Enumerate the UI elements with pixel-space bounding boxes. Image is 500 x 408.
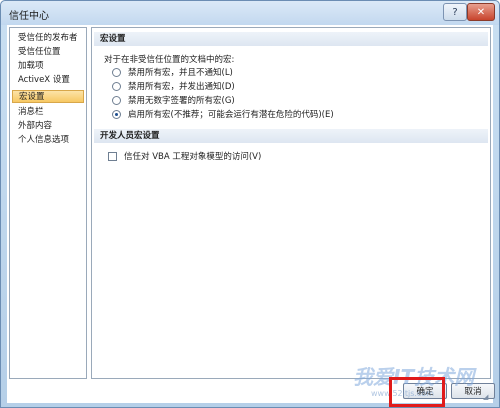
macro-settings-header: 宏设置 xyxy=(94,32,488,46)
dialog-body: 受信任的发布者 受信任位置 加载项 ActiveX 设置 宏设置 消息栏 外部内… xyxy=(7,25,495,403)
sidebar-item-privacy-options[interactable]: 个人信息选项 xyxy=(12,134,84,147)
radio-button[interactable] xyxy=(112,67,121,77)
close-button[interactable]: ✕ xyxy=(467,3,495,21)
radio-disable-no-notify[interactable]: 禁用所有宏，并且不通知(L) xyxy=(112,66,233,78)
radio-label: 禁用无数字签署的所有宏(G) xyxy=(128,96,235,106)
sidebar-item-trusted-publishers[interactable]: 受信任的发布者 xyxy=(12,32,84,45)
radio-enable-all[interactable]: 启用所有宏(不推荐；可能会运行有潜在危险的代码)(E) xyxy=(112,108,334,120)
macro-intro-text: 对于在非受信任位置的文档中的宏: xyxy=(104,55,235,65)
title-bar[interactable]: 信任中心 ? ✕ xyxy=(1,1,499,25)
radio-button-selected[interactable] xyxy=(112,109,121,119)
sidebar-item-activex[interactable]: ActiveX 设置 xyxy=(12,74,84,87)
developer-macro-header: 开发人员宏设置 xyxy=(94,129,488,143)
sidebar-item-macro-settings[interactable]: 宏设置 xyxy=(12,90,84,103)
sidebar-nav: 受信任的发布者 受信任位置 加载项 ActiveX 设置 宏设置 消息栏 外部内… xyxy=(9,27,87,379)
close-icon: ✕ xyxy=(476,6,486,18)
vba-trust-option[interactable]: 信任对 VBA 工程对象模型的访问(V) xyxy=(108,150,261,162)
sidebar-item-trusted-locations[interactable]: 受信任位置 xyxy=(12,46,84,59)
sidebar-item-message-bar[interactable]: 消息栏 xyxy=(12,106,84,119)
help-button[interactable]: ? xyxy=(443,3,467,21)
question-icon: ? xyxy=(452,6,458,18)
vba-trust-label: 信任对 VBA 工程对象模型的访问(V) xyxy=(124,152,262,162)
radio-button[interactable] xyxy=(112,81,121,91)
radio-disable-with-notify[interactable]: 禁用所有宏，并发出通知(D) xyxy=(112,80,235,92)
radio-label: 禁用所有宏，并且不通知(L) xyxy=(128,68,233,78)
radio-label: 禁用所有宏，并发出通知(D) xyxy=(128,82,235,92)
resize-grip-icon[interactable]: ◢ xyxy=(483,393,491,401)
vba-trust-checkbox[interactable] xyxy=(108,151,117,161)
sidebar-item-add-ins[interactable]: 加载项 xyxy=(12,60,84,73)
window-title: 信任中心 xyxy=(9,11,49,22)
radio-disable-unsigned[interactable]: 禁用无数字签署的所有宏(G) xyxy=(112,94,235,106)
sidebar-item-external-content[interactable]: 外部内容 xyxy=(12,120,84,133)
radio-label: 启用所有宏(不推荐；可能会运行有潜在危险的代码)(E) xyxy=(128,110,334,120)
highlight-box xyxy=(389,377,445,407)
trust-center-dialog: 信任中心 ? ✕ 受信任的发布者 受信任位置 加载项 ActiveX 设置 宏设… xyxy=(0,0,500,408)
radio-button[interactable] xyxy=(112,95,121,105)
settings-panel: 宏设置 对于在非受信任位置的文档中的宏: 禁用所有宏，并且不通知(L) 禁用所有… xyxy=(91,27,491,379)
